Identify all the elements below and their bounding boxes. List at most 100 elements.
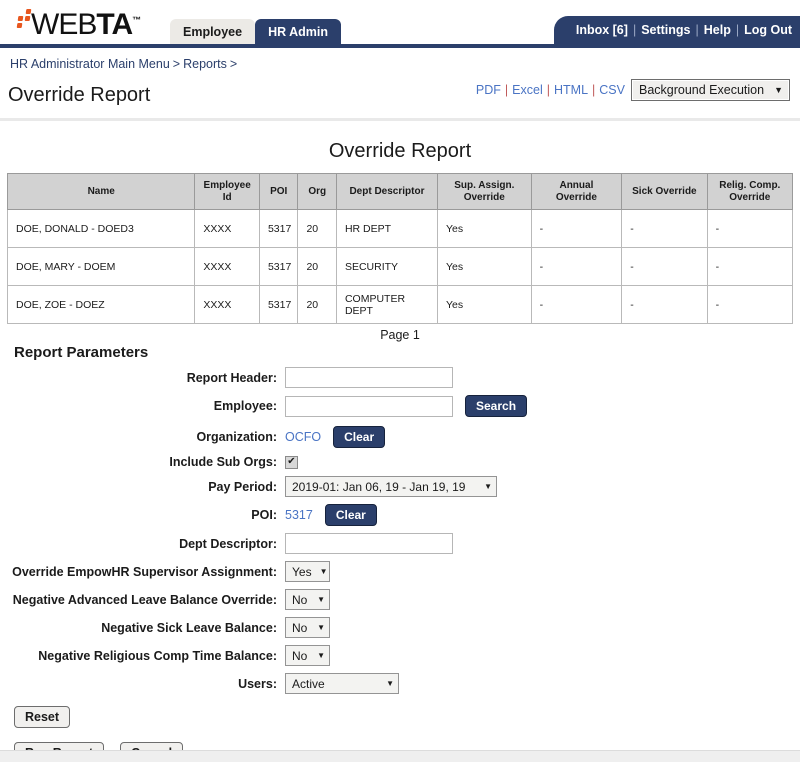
main-tabs: Employee HR Admin — [170, 19, 342, 44]
col-header-sick-override: Sick Override — [621, 173, 708, 210]
chevron-down-icon: ▼ — [317, 623, 325, 632]
export-toolbar: PDF | Excel | HTML | CSV Background Exec… — [476, 79, 790, 101]
cell-org: 20 — [297, 247, 337, 286]
label-neg-relig-comp: Negative Religious Comp Time Balance: — [38, 648, 277, 663]
breadcrumb-item-hr-administrator-main-menu[interactable]: HR Administrator Main Menu — [10, 57, 170, 71]
report-header-input[interactable] — [285, 367, 453, 388]
cell-relig-comp-override: - — [706, 285, 794, 324]
page-footer — [0, 750, 800, 762]
table-row: DOE, ZOE - DOEZ XXXX 5317 20 COMPUTER DE… — [6, 285, 794, 324]
export-separator: | — [546, 83, 550, 97]
field-row-neg-sick-leave: Negative Sick Leave Balance: No ▼ — [0, 617, 800, 638]
label-pay-period: Pay Period: — [208, 479, 277, 494]
breadcrumb-caret: > — [229, 57, 238, 71]
field-row-poi: POI: 5317 Clear — [0, 504, 800, 526]
col-header-name: Name — [6, 173, 196, 210]
include-sub-orgs-checkbox[interactable]: ✔ — [285, 455, 298, 469]
chevron-down-icon: ▼ — [319, 567, 328, 576]
label-organization: Organization: — [196, 430, 277, 444]
col-header-dept-descriptor: Dept Descriptor — [335, 173, 438, 210]
cell-sick-override: - — [621, 209, 708, 248]
cell-employee-id: XXXX — [194, 285, 260, 324]
label-poi: POI: — [251, 508, 277, 522]
cell-poi: 5317 — [258, 285, 299, 324]
cell-name: DOE, MARY - DOEM — [6, 247, 196, 286]
chevron-down-icon: ▼ — [774, 85, 783, 95]
employee-search-button[interactable]: Search — [465, 395, 528, 417]
export-link-excel[interactable]: Excel — [512, 83, 543, 97]
label-users: Users: — [238, 676, 277, 691]
neg-relig-comp-select[interactable]: No ▼ — [285, 645, 330, 666]
cell-relig-comp-override: - — [706, 209, 794, 248]
export-link-html[interactable]: HTML — [554, 83, 588, 97]
organization-value[interactable]: OCFO — [285, 430, 321, 444]
app-header: WEBTA™ Employee HR Admin Inbox [6] | Set… — [0, 0, 800, 48]
logo-text-light: WEB — [31, 8, 97, 41]
employee-input[interactable] — [285, 395, 453, 417]
breadcrumb-item-reports[interactable]: Reports — [183, 57, 227, 71]
neg-sick-leave-select[interactable]: No ▼ — [285, 617, 330, 638]
logo-text: WEBTA™ — [31, 5, 141, 41]
nav-inbox[interactable]: Inbox [6] — [576, 23, 628, 37]
report-page-number: Page 1 — [380, 328, 420, 342]
poi-value[interactable]: 5317 — [285, 508, 313, 522]
cell-annual-override: - — [530, 247, 623, 286]
override-empowhr-value: Yes — [292, 564, 312, 579]
field-row-neg-advanced-leave: Negative Advanced Leave Balance Override… — [0, 589, 800, 610]
poi-clear-button[interactable]: Clear — [324, 504, 377, 526]
tab-hr-admin[interactable]: HR Admin — [255, 19, 342, 44]
label-include-sub-orgs: Include Sub Orgs: — [169, 455, 277, 469]
override-empowhr-select[interactable]: Yes ▼ — [285, 561, 330, 582]
tab-employee[interactable]: Employee — [170, 19, 256, 44]
col-header-employee-id: Employee Id — [194, 173, 260, 210]
nav-log-out[interactable]: Log Out — [744, 23, 792, 37]
reset-button[interactable]: Reset — [14, 706, 71, 728]
export-link-pdf[interactable]: PDF — [476, 83, 501, 97]
cell-sup-assign-override: Yes — [436, 209, 532, 248]
label-neg-advanced-leave: Negative Advanced Leave Balance Override… — [12, 592, 277, 607]
user-nav: Inbox [6] | Settings | Help | Log Out — [553, 16, 800, 44]
dept-descriptor-input[interactable] — [285, 533, 453, 554]
nav-separator: | — [632, 23, 637, 37]
field-row-users: Users: Active ▼ — [0, 673, 800, 694]
logo-dots-icon — [16, 9, 32, 28]
label-report-header: Report Header: — [186, 370, 277, 385]
breadcrumb: HR Administrator Main Menu > Reports > — [0, 48, 800, 78]
col-header-org: Org — [297, 173, 337, 210]
label-override-empowhr: Override EmpowHR Supervisor Assignment: — [12, 564, 277, 579]
col-header-poi: POI — [258, 173, 299, 210]
cell-org: 20 — [297, 285, 337, 324]
nav-settings[interactable]: Settings — [641, 23, 690, 37]
cell-dept-descriptor: COMPUTER DEPT — [335, 285, 438, 324]
execution-mode-select[interactable]: Background Execution ▼ — [630, 79, 790, 101]
col-header-relig-comp-override: Relig. Comp. Override — [706, 173, 794, 210]
organization-clear-button[interactable]: Clear — [333, 426, 386, 448]
chevron-down-icon: ▼ — [484, 482, 492, 491]
cell-sup-assign-override: Yes — [436, 285, 532, 324]
field-row-report-header: Report Header: — [0, 367, 800, 388]
chevron-down-icon: ▼ — [317, 651, 325, 660]
report-title: Override Report — [328, 140, 472, 162]
table-header-row: Name Employee Id POI Org Dept Descriptor… — [6, 173, 794, 210]
export-link-csv[interactable]: CSV — [599, 83, 625, 97]
reset-button-bar: Reset — [14, 706, 800, 728]
cell-annual-override: - — [530, 285, 623, 324]
cell-name: DOE, ZOE - DOEZ — [6, 285, 196, 324]
cell-dept-descriptor: HR DEPT — [335, 209, 438, 248]
page-title-row: Override Report PDF | Excel | HTML | CSV… — [0, 78, 800, 118]
col-header-annual-override: Annual Override — [530, 173, 623, 210]
cell-name: DOE, DONALD - DOED3 — [6, 209, 196, 248]
nav-help[interactable]: Help — [704, 23, 731, 37]
label-neg-sick-leave: Negative Sick Leave Balance: — [101, 620, 277, 635]
cell-dept-descriptor: SECURITY — [335, 247, 438, 286]
users-select[interactable]: Active ▼ — [285, 673, 399, 694]
chevron-down-icon: ▼ — [317, 595, 325, 604]
neg-advanced-leave-select[interactable]: No ▼ — [285, 589, 330, 610]
export-separator: | — [592, 83, 596, 97]
cell-sick-override: - — [621, 285, 708, 324]
header-divider — [0, 118, 800, 121]
nav-separator: | — [695, 23, 699, 37]
field-row-neg-relig-comp: Negative Religious Comp Time Balance: No… — [0, 645, 800, 666]
cell-relig-comp-override: - — [706, 247, 794, 286]
pay-period-select[interactable]: 2019-01: Jan 06, 19 - Jan 19, 19 ▼ — [285, 476, 497, 497]
